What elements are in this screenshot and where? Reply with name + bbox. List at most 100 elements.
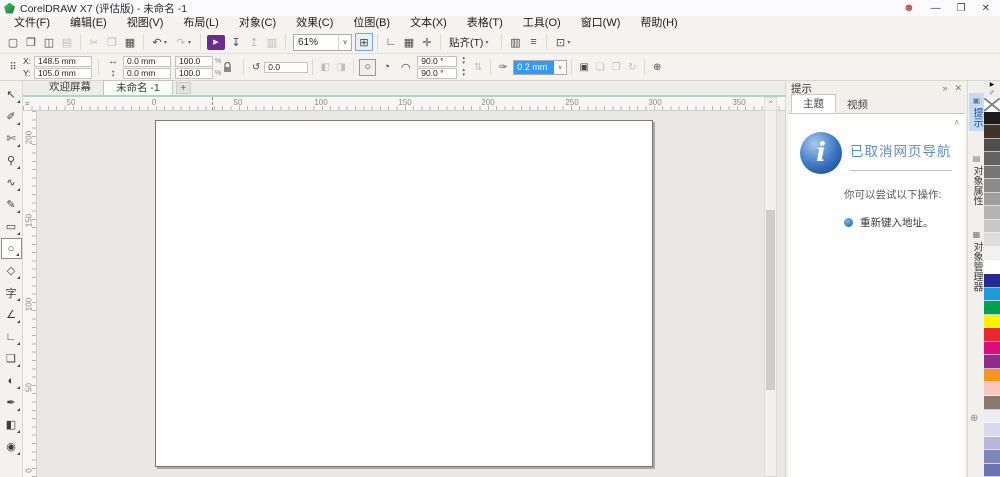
- docker-add-icon[interactable]: ⊕: [970, 413, 978, 424]
- arc-mode-button[interactable]: ◠: [397, 59, 414, 76]
- show-grid-icon[interactable]: ▦: [400, 33, 418, 51]
- color-swatch[interactable]: [984, 301, 1000, 315]
- tab-untitled-1[interactable]: 未命名 -1: [103, 80, 173, 95]
- close-button[interactable]: ✕: [982, 3, 990, 14]
- color-swatch[interactable]: [984, 233, 1000, 248]
- transparency-tool[interactable]: ◐: [1, 370, 22, 391]
- menu-layout[interactable]: 布局(L): [173, 16, 228, 31]
- hints-scroll-up-icon[interactable]: ∧: [953, 117, 960, 128]
- docker-tab-hints[interactable]: ▣ 提示: [969, 93, 984, 131]
- outline-width-caret-icon[interactable]: ∨: [554, 61, 566, 74]
- scale-y-field[interactable]: 100.0: [175, 67, 213, 79]
- options-icon[interactable]: ▥: [506, 33, 524, 51]
- menu-tools[interactable]: 工具(O): [513, 16, 571, 31]
- object-width-field[interactable]: 0.0 mm: [123, 55, 171, 67]
- smart-fill-tool[interactable]: ◉: [1, 436, 22, 457]
- color-swatch[interactable]: [984, 179, 1000, 193]
- docker-collapse-icon[interactable]: »: [942, 83, 947, 94]
- rotation-angle-field[interactable]: 0.0: [264, 61, 309, 73]
- interactive-fill-tool[interactable]: ◧: [1, 414, 22, 435]
- crop-tool[interactable]: ✄: [1, 128, 22, 149]
- restore-button[interactable]: ❐: [957, 3, 966, 14]
- object-height-field[interactable]: 0.0 mm: [123, 67, 171, 79]
- color-swatch[interactable]: [984, 152, 1000, 166]
- start-angle-field[interactable]: 90.0 °: [417, 55, 458, 67]
- drawing-canvas[interactable]: [37, 111, 764, 477]
- color-swatch[interactable]: [984, 314, 1000, 329]
- docker-close-icon[interactable]: ✕: [954, 83, 962, 94]
- save-icon[interactable]: ◫: [40, 33, 58, 51]
- outline-width-combo[interactable]: 0.2 mm ∨: [513, 59, 568, 75]
- scrollbar-thumb[interactable]: [766, 210, 775, 390]
- menu-view[interactable]: 视图(V): [117, 16, 174, 31]
- menu-bitmaps[interactable]: 位图(B): [343, 16, 400, 31]
- x-position-field[interactable]: 148.5 mm: [34, 55, 92, 67]
- undo-dropdown-icon[interactable]: ▾: [164, 39, 172, 46]
- text-tool[interactable]: 字: [1, 282, 22, 303]
- color-swatch[interactable]: [984, 368, 1000, 383]
- lock-ratio-icon[interactable]: [223, 61, 239, 73]
- zoom-level-combo[interactable]: 61% ∨: [293, 33, 352, 51]
- connector-tool[interactable]: ∟: [1, 326, 22, 347]
- fullscreen-preview-icon[interactable]: ⊞: [355, 33, 373, 51]
- color-swatch[interactable]: [984, 274, 1000, 288]
- shape-tool[interactable]: ✐: [1, 106, 22, 127]
- ellipse-mode-button[interactable]: ○: [359, 58, 377, 76]
- menu-effects[interactable]: 效果(C): [286, 16, 343, 31]
- color-swatch[interactable]: [984, 219, 1000, 234]
- color-swatch[interactable]: [984, 287, 1000, 302]
- ellipse-tool[interactable]: ○: [0, 238, 22, 259]
- view-options-icon[interactable]: ≡: [524, 33, 542, 51]
- color-swatch[interactable]: [984, 463, 1000, 477]
- color-swatch[interactable]: [984, 125, 1000, 139]
- scroll-up-button[interactable]: ⌃: [765, 98, 776, 111]
- color-swatch[interactable]: [984, 328, 1000, 342]
- hints-action-row[interactable]: 重新键入地址。: [844, 215, 934, 230]
- y-position-field[interactable]: 105.0 mm: [34, 67, 92, 79]
- tab-welcome-screen[interactable]: 欢迎屏幕: [37, 80, 103, 95]
- hints-action-link[interactable]: 重新键入地址。: [860, 215, 934, 230]
- ruler-origin-icon[interactable]: ⌗: [25, 99, 30, 109]
- color-swatch[interactable]: [984, 138, 1000, 153]
- application-launcher-caret-icon[interactable]: ▾: [567, 39, 575, 46]
- wrap-text-icon[interactable]: ▣: [576, 62, 592, 73]
- account-icon[interactable]: ☻: [903, 2, 915, 14]
- palette-flyout-icon[interactable]: ▶: [984, 81, 1000, 89]
- color-swatch[interactable]: [984, 396, 1000, 410]
- color-swatch[interactable]: [984, 247, 1000, 261]
- pick-tool[interactable]: ↖: [1, 84, 22, 105]
- show-rulers-icon[interactable]: ∟: [382, 33, 400, 51]
- start-angle-spinner[interactable]: ▴ ▾: [459, 56, 468, 66]
- palette-pen-icon[interactable]: ✐: [984, 89, 1000, 98]
- open-icon[interactable]: ❒: [22, 33, 40, 51]
- paste-icon[interactable]: ▦: [121, 33, 139, 51]
- minimize-button[interactable]: —: [931, 3, 941, 14]
- freehand-tool[interactable]: ∿: [1, 172, 22, 193]
- hints-tab-theme[interactable]: 主题: [791, 94, 836, 113]
- snap-to-button[interactable]: 贴齐(T) ▾: [445, 35, 497, 50]
- drop-shadow-tool[interactable]: ❏: [1, 348, 22, 369]
- horizontal-ruler[interactable]: ⌗ 50 0 50 100 150 200 250 300 350: [23, 97, 785, 111]
- color-swatch[interactable]: [984, 423, 1000, 437]
- color-swatch[interactable]: [984, 450, 1000, 464]
- docker-tab-object-properties[interactable]: ▤ 对象属性: [969, 151, 984, 209]
- scale-x-field[interactable]: 100.0: [175, 55, 213, 67]
- color-swatch[interactable]: [984, 436, 1000, 451]
- zoom-combo-caret-icon[interactable]: ∨: [338, 34, 351, 50]
- menu-text[interactable]: 文本(X): [400, 16, 457, 31]
- outline-width-value[interactable]: 0.2 mm: [514, 60, 555, 74]
- eyedropper-tool[interactable]: ✒: [1, 392, 22, 413]
- end-angle-field[interactable]: 90.0 °: [417, 67, 458, 79]
- menu-edit[interactable]: 编辑(E): [60, 16, 117, 31]
- document-page[interactable]: [155, 120, 653, 467]
- artistic-media-tool[interactable]: ✎: [1, 194, 22, 215]
- color-swatch[interactable]: [984, 409, 1000, 424]
- color-swatch[interactable]: [984, 111, 1000, 126]
- quick-customize-icon[interactable]: ⊕: [649, 62, 665, 73]
- docker-tab-object-manager[interactable]: ▦ 对象管理器: [969, 227, 984, 295]
- color-swatch[interactable]: [984, 382, 1000, 397]
- import-icon[interactable]: ↧: [227, 33, 245, 51]
- color-swatch[interactable]: [984, 192, 1000, 207]
- color-swatch[interactable]: [984, 355, 1000, 369]
- color-swatch[interactable]: [984, 341, 1000, 356]
